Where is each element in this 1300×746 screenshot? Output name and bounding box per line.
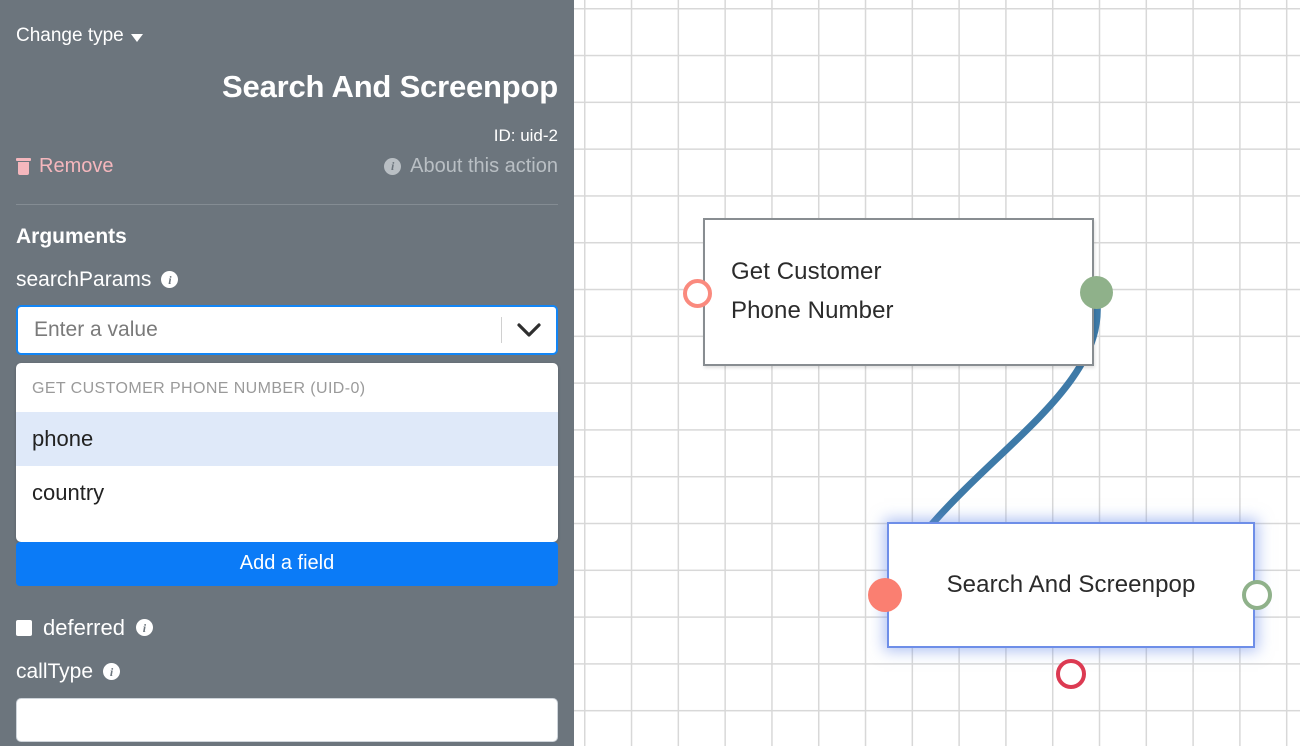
node-label: Get Customer Phone Number — [731, 258, 894, 324]
node-uid2-output-port[interactable] — [1242, 580, 1272, 610]
field-row-deferred: deferred i — [16, 615, 558, 641]
remove-button[interactable]: Remove — [16, 155, 113, 178]
add-a-field-button[interactable]: Add a field — [16, 541, 558, 586]
suggestion-item-phone[interactable]: phone — [16, 411, 558, 466]
searchparams-suggestions-panel: GET CUSTOMER PHONE NUMBER (UID-0) phone … — [16, 362, 558, 542]
searchparams-input-wrapper[interactable]: Enter a value — [16, 304, 558, 355]
action-details-sidebar: Change type Search And Screenpop ID: uid… — [0, 0, 574, 746]
about-this-action-link[interactable]: i About this action — [384, 155, 558, 178]
searchparams-input-placeholder: Enter a value — [34, 317, 158, 341]
suggestion-group-header: GET CUSTOMER PHONE NUMBER (UID-0) — [32, 379, 366, 397]
field-name: deferred — [43, 614, 125, 640]
info-icon[interactable]: i — [103, 663, 121, 681]
sidebar-divider — [16, 203, 558, 205]
node-uid2-input-port[interactable] — [868, 578, 902, 612]
node-uid2-error-port[interactable] — [1056, 659, 1086, 689]
field-name: callType — [16, 659, 94, 683]
chevron-down-icon[interactable] — [502, 307, 556, 353]
action-meta-row: Remove i About this action — [16, 155, 558, 178]
node-get-customer-phone-number[interactable]: Get Customer Phone Number — [703, 218, 1094, 366]
deferred-checkbox[interactable] — [16, 619, 32, 636]
change-type-button[interactable]: Change type — [16, 25, 143, 47]
about-label: About this action — [410, 154, 558, 177]
action-id: ID: uid-2 — [493, 125, 558, 145]
calltype-input[interactable] — [16, 697, 558, 742]
page-title: Search And Screenpop — [222, 69, 558, 104]
node-search-and-screenpop[interactable]: Search And Screenpop — [887, 522, 1255, 648]
field-label-searchparams: searchParams i — [16, 268, 558, 292]
change-type-label: Change type — [16, 25, 124, 46]
node-uid0-output-port[interactable] — [1080, 276, 1113, 309]
node-uid0-input-port[interactable] — [683, 279, 712, 308]
flow-canvas[interactable]: Get Customer Phone Number Search And Scr… — [574, 0, 1300, 746]
suggestion-panel-padding — [16, 520, 558, 542]
field-name: searchParams — [16, 267, 152, 291]
field-label-calltype: callType i — [16, 660, 558, 684]
trash-icon — [16, 157, 31, 175]
arguments-heading: Arguments — [16, 224, 127, 248]
suggestion-item-country[interactable]: country — [16, 466, 558, 520]
info-icon[interactable]: i — [161, 271, 179, 289]
info-icon[interactable]: i — [135, 619, 153, 637]
info-icon: i — [384, 157, 402, 175]
remove-label: Remove — [39, 154, 114, 177]
flow-editor-app: Get Customer Phone Number Search And Scr… — [0, 0, 1300, 746]
node-label: Search And Screenpop — [946, 570, 1196, 598]
caret-down-icon — [130, 33, 143, 42]
